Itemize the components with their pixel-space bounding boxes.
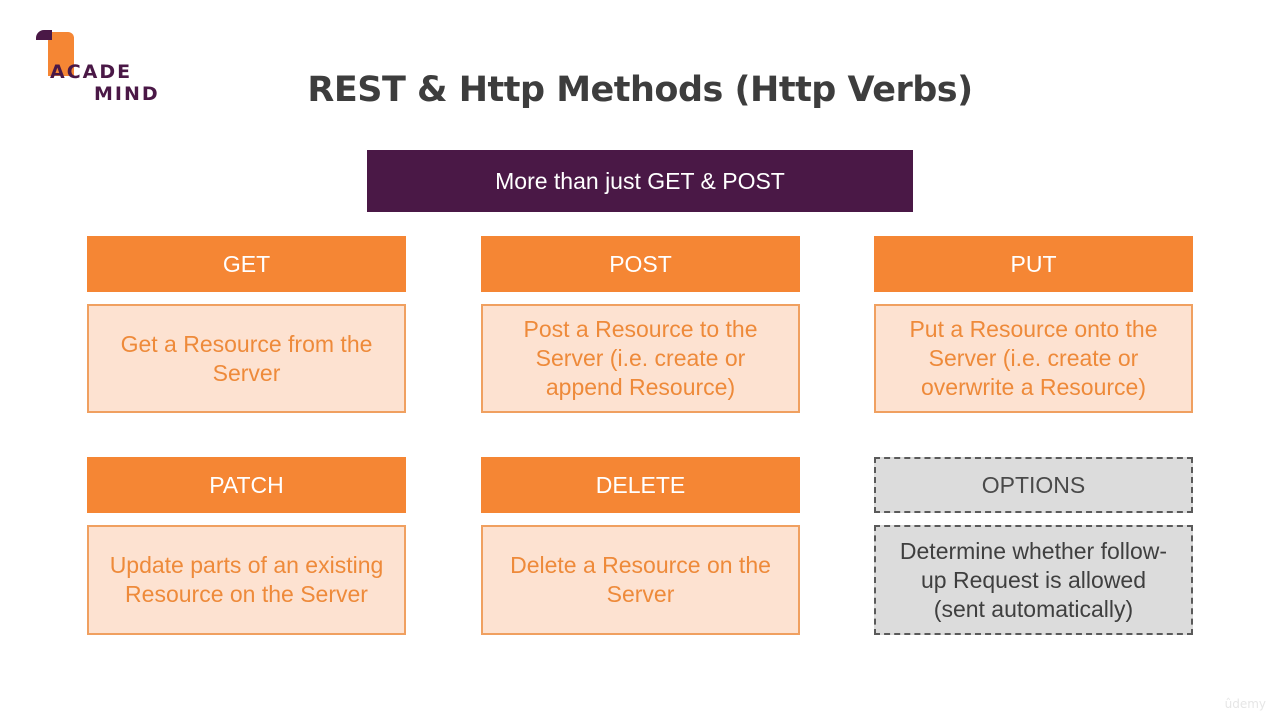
- method-header-put: PUT: [874, 236, 1193, 292]
- method-description-patch: Update parts of an existing Resource on …: [87, 525, 406, 635]
- logo-flag-tip-icon: [36, 30, 52, 40]
- method-header-delete: DELETE: [481, 457, 800, 513]
- udemy-watermark: ûdemy: [1224, 697, 1266, 711]
- method-description-options: Determine whether follow-up Request is a…: [874, 525, 1193, 635]
- method-description-delete: Delete a Resource on the Server: [481, 525, 800, 635]
- method-header-post: POST: [481, 236, 800, 292]
- method-description-get: Get a Resource from the Server: [87, 304, 406, 413]
- method-description-put: Put a Resource onto the Server (i.e. cre…: [874, 304, 1193, 413]
- method-description-post: Post a Resource to the Server (i.e. crea…: [481, 304, 800, 413]
- slide-title: REST & Http Methods (Http Verbs): [307, 70, 973, 110]
- subtitle-banner: More than just GET & POST: [367, 150, 913, 212]
- method-header-get: GET: [87, 236, 406, 292]
- method-header-patch: PATCH: [87, 457, 406, 513]
- method-header-options: OPTIONS: [874, 457, 1193, 513]
